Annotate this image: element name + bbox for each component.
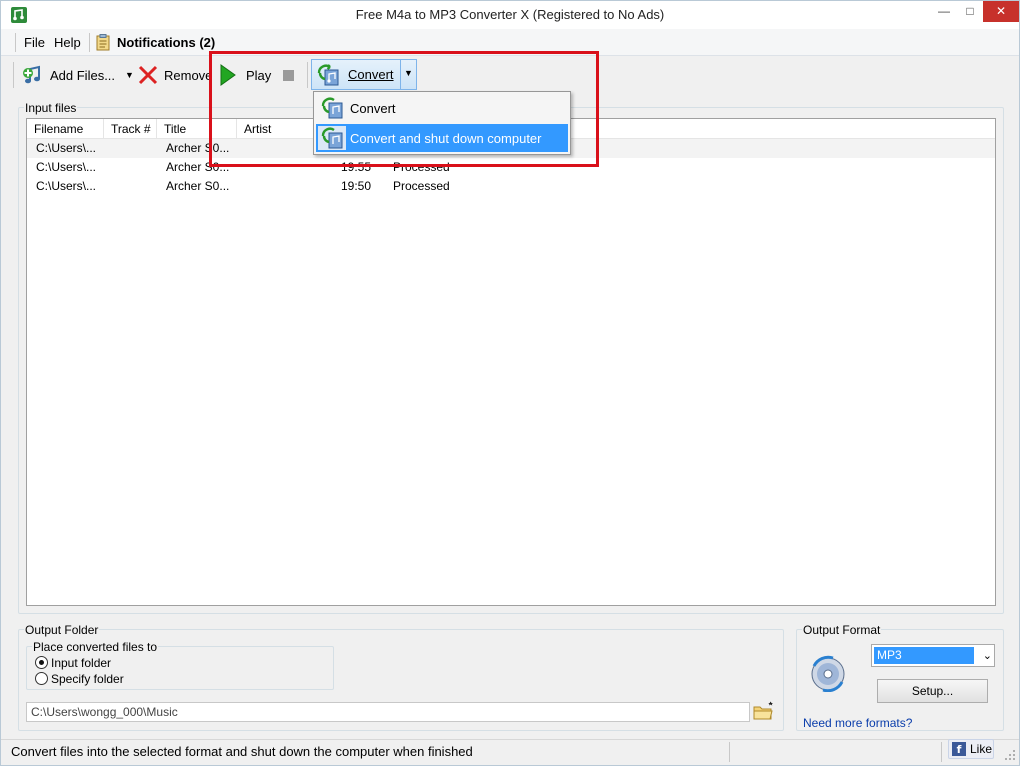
cell-time: 19:55 xyxy=(341,160,372,174)
status-bar: Convert files into the selected format a… xyxy=(1,739,1019,765)
output-format-label: Output Format xyxy=(802,623,882,637)
input-files-label: Input files xyxy=(24,101,78,115)
column-artist[interactable]: Artist xyxy=(237,119,317,139)
remove-label: Remove xyxy=(164,67,213,83)
convert-shutdown-icon xyxy=(318,126,346,150)
status-separator xyxy=(941,742,942,762)
output-format-select[interactable]: MP3 ⌄ xyxy=(871,644,995,667)
input-files-list[interactable]: Filename Track # Title Artist C:\Users\.… xyxy=(26,118,996,606)
app-window: Free M4a to MP3 Converter X (Registered … xyxy=(0,0,1020,766)
cell-title: Archer S0... xyxy=(166,160,230,174)
remove-x-icon xyxy=(138,65,158,85)
menu-bar: File Help Notifications (2) xyxy=(1,29,1019,56)
chevron-down-icon: ▼ xyxy=(125,70,134,80)
stop-icon xyxy=(283,69,294,81)
cell-status: Processed xyxy=(393,160,450,174)
remove-button[interactable]: Remove xyxy=(137,56,212,94)
menu-separator xyxy=(89,33,90,52)
output-path-input[interactable]: C:\Users\wongg_000\Music xyxy=(26,702,750,722)
cell-title: Archer S0... xyxy=(166,141,230,155)
add-music-icon xyxy=(23,65,40,84)
convert-icon xyxy=(321,97,343,119)
menu-grip xyxy=(15,33,16,52)
convert-label: Convert xyxy=(348,67,394,82)
toolbar-grip xyxy=(13,62,14,88)
radio-specify-folder-label: Specify folder xyxy=(51,672,124,686)
column-track[interactable]: Track # xyxy=(104,119,157,139)
column-title[interactable]: Title xyxy=(157,119,237,139)
menu-notifications[interactable]: Notifications (2) xyxy=(117,35,215,50)
cell-filename: C:\Users\... xyxy=(36,179,97,193)
clipboard-icon xyxy=(96,34,110,51)
toolbar: Add Files... ▼ Remove Play xyxy=(1,56,1019,94)
like-label: Like xyxy=(970,742,993,756)
setup-button[interactable]: Setup... xyxy=(877,679,988,703)
menu-file[interactable]: File xyxy=(24,35,45,50)
column-filename[interactable]: Filename xyxy=(27,119,104,139)
menu-item-convert-shutdown-label: Convert and shut down computer xyxy=(350,130,542,146)
split-divider xyxy=(400,60,401,89)
convert-split-button[interactable]: Convert ▼ xyxy=(311,59,417,90)
title-bar: Free M4a to MP3 Converter X (Registered … xyxy=(1,1,1019,29)
more-formats-link[interactable]: Need more formats? xyxy=(803,716,912,730)
menu-item-convert[interactable]: Convert xyxy=(316,94,568,122)
cell-status: Processed xyxy=(393,179,450,193)
maximize-button[interactable]: □ xyxy=(957,1,983,22)
resize-grip-icon[interactable] xyxy=(1004,749,1016,761)
browse-folder-icon[interactable] xyxy=(752,701,774,723)
output-format-value: MP3 xyxy=(874,647,974,664)
facebook-icon: f xyxy=(952,742,966,756)
chevron-down-icon: ⌄ xyxy=(982,650,992,662)
radio-input-folder-label: Input folder xyxy=(51,656,112,670)
play-label: Play xyxy=(246,67,272,83)
minimize-button[interactable]: — xyxy=(931,1,957,22)
radio-input-folder[interactable] xyxy=(35,656,48,669)
add-files-label: Add Files... xyxy=(50,67,116,83)
add-files-button[interactable]: Add Files... ▼ xyxy=(21,56,134,94)
status-separator xyxy=(729,742,730,762)
cell-filename: C:\Users\... xyxy=(36,141,97,155)
cell-time: 19:50 xyxy=(341,179,372,193)
play-icon xyxy=(220,64,236,86)
menu-item-convert-shutdown[interactable]: Convert and shut down computer xyxy=(316,124,568,152)
status-text: Convert files into the selected format a… xyxy=(11,744,473,759)
convert-dropdown-menu: Convert Convert and shut down computer xyxy=(313,91,571,155)
menu-help[interactable]: Help xyxy=(54,35,81,50)
table-row[interactable]: C:\Users\... Archer S0... 19:55 Processe… xyxy=(27,158,995,177)
place-files-label: Place converted files to xyxy=(32,640,159,654)
cd-disc-icon xyxy=(811,655,845,692)
radio-specify-folder[interactable] xyxy=(35,672,48,685)
convert-dropdown-arrow[interactable]: ▼ xyxy=(404,68,413,78)
toolbar-separator xyxy=(307,62,308,88)
convert-icon xyxy=(317,64,339,86)
close-button[interactable]: ✕ xyxy=(983,1,1019,22)
stop-button[interactable] xyxy=(283,56,294,94)
table-row[interactable]: C:\Users\... Archer S0... 19:50 Processe… xyxy=(27,177,995,196)
play-button[interactable]: Play xyxy=(219,56,271,94)
facebook-like-button[interactable]: f Like xyxy=(948,739,994,759)
output-folder-label: Output Folder xyxy=(24,623,100,637)
menu-item-convert-label: Convert xyxy=(350,100,396,116)
window-title: Free M4a to MP3 Converter X (Registered … xyxy=(355,7,665,22)
cell-filename: C:\Users\... xyxy=(36,160,97,174)
cell-title: Archer S0... xyxy=(166,179,230,193)
